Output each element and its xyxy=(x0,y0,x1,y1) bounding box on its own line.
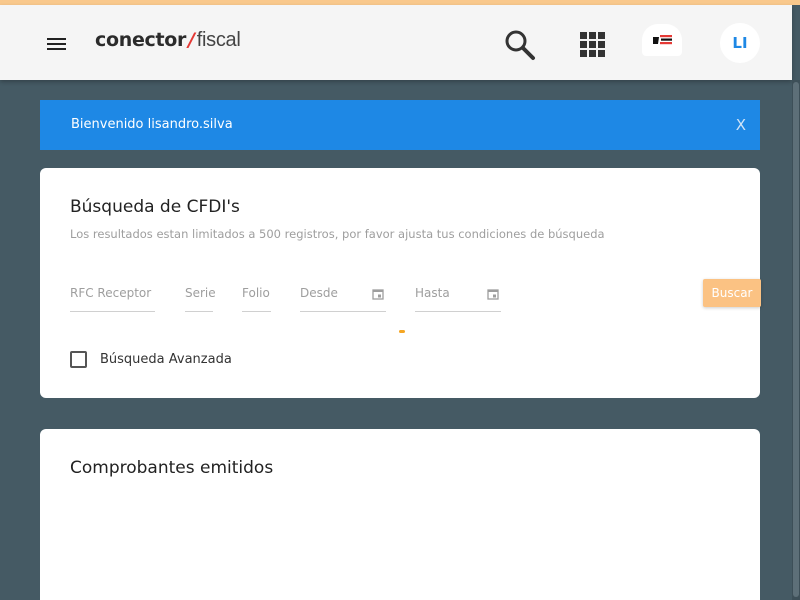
scrollbar-thumb[interactable] xyxy=(793,82,799,597)
emitted-card-title: Comprobantes emitidos xyxy=(70,458,274,478)
calendar-icon[interactable] xyxy=(372,288,384,300)
rfc-receptor-placeholder: RFC Receptor xyxy=(70,286,152,300)
serie-placeholder: Serie xyxy=(185,286,216,300)
hasta-placeholder: Hasta xyxy=(415,286,450,300)
rfc-receptor-input[interactable]: RFC Receptor xyxy=(70,278,155,312)
search-card-subtitle: Los resultados estan limitados a 500 reg… xyxy=(70,227,605,241)
app-logo[interactable]: conector / fiscal xyxy=(95,29,241,59)
serie-input[interactable]: Serie xyxy=(185,278,216,312)
calendar-icon[interactable] xyxy=(487,288,499,300)
hasta-date-input[interactable]: Hasta xyxy=(415,278,501,312)
advanced-search-label: Búsqueda Avanzada xyxy=(100,352,232,367)
desde-placeholder: Desde xyxy=(300,286,338,300)
close-banner-button[interactable]: X xyxy=(736,116,746,134)
welcome-banner: Bienvenido lisandro.silva X xyxy=(40,100,760,150)
emitted-invoices-card: Comprobantes emitidos xyxy=(40,429,760,600)
welcome-message: Bienvenido lisandro.silva xyxy=(71,117,233,132)
folio-placeholder: Folio xyxy=(242,286,270,300)
page-scrollbar[interactable] xyxy=(792,80,800,600)
cfdi-search-card: Búsqueda de CFDI's Los resultados estan … xyxy=(40,168,761,398)
advanced-search-checkbox[interactable] xyxy=(70,351,87,368)
company-selector-button[interactable] xyxy=(642,24,682,56)
search-icon[interactable] xyxy=(502,27,538,63)
search-button[interactable]: Buscar xyxy=(703,279,761,307)
apps-grid-icon[interactable] xyxy=(577,29,609,61)
hamburger-menu-icon[interactable] xyxy=(44,31,70,57)
desde-date-input[interactable]: Desde xyxy=(300,278,386,312)
logo-text-light: fiscal xyxy=(196,29,241,51)
loading-indicator xyxy=(399,330,405,333)
user-avatar[interactable]: LI xyxy=(720,23,760,63)
folio-input[interactable]: Folio xyxy=(242,278,271,312)
company-logo-icon xyxy=(653,35,672,45)
search-card-title: Búsqueda de CFDI's xyxy=(70,197,240,217)
logo-text-bold: conector xyxy=(95,29,187,51)
app-bar: conector / fiscal LI xyxy=(0,5,792,80)
logo-slash: / xyxy=(188,29,195,51)
advanced-search-toggle[interactable]: Búsqueda Avanzada xyxy=(70,351,232,368)
